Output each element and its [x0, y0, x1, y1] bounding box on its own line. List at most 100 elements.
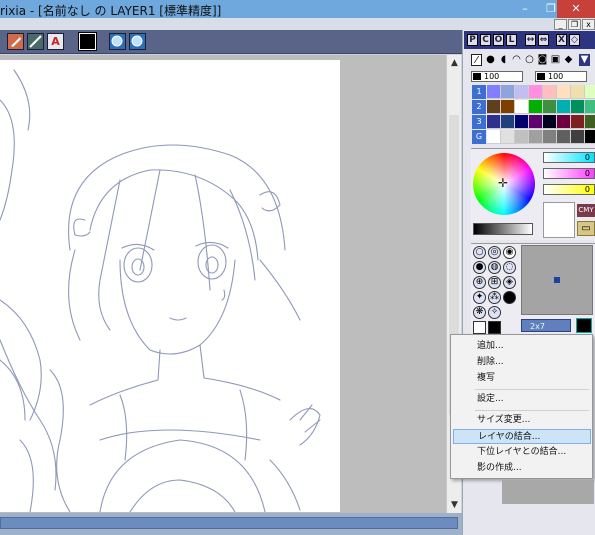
palette-swatch[interactable] [571, 100, 585, 114]
lasso-tool-icon[interactable]: ◠ [511, 54, 522, 66]
palette-swatch[interactable] [585, 115, 595, 129]
palette-swatch[interactable] [557, 130, 571, 144]
grayscale-bar[interactable] [473, 223, 533, 235]
text-a-icon[interactable]: A [47, 33, 64, 50]
brush-round-icon[interactable]: ○ [473, 246, 486, 259]
cyan-slider[interactable]: 0 [543, 152, 595, 163]
palette-swatch[interactable] [585, 100, 595, 114]
scroll-down-arrow[interactable]: ▼ [447, 500, 462, 510]
palette-swatch[interactable] [501, 130, 515, 144]
panel-menu-icon[interactable]: ◇ [569, 34, 580, 46]
palette-swatch[interactable] [487, 130, 501, 144]
palette-swatch[interactable] [529, 85, 543, 99]
palette-swatch[interactable] [557, 85, 571, 99]
panel-close-icon[interactable]: X [556, 34, 567, 46]
palette-swatch[interactable] [557, 100, 571, 114]
mdi-restore-button[interactable]: ❐ [568, 19, 581, 30]
palette-swatch[interactable] [571, 115, 585, 129]
brush-grid-icon[interactable]: ⊞ [488, 276, 501, 289]
palette-swatch[interactable] [515, 115, 529, 129]
pen-tool-icon[interactable]: ⁄ [471, 54, 482, 66]
palette-swatch[interactable] [529, 100, 543, 114]
zoom-out-icon[interactable] [129, 33, 146, 50]
palette-swatch[interactable] [487, 85, 501, 99]
brush-square-black-icon[interactable] [488, 321, 501, 334]
brush-blur-icon[interactable]: ❋ [473, 306, 486, 319]
diamond-tool-icon[interactable]: ◆ [563, 54, 574, 66]
palette-row-2-label[interactable]: 2 [472, 100, 486, 114]
brush-dot-icon[interactable]: ◍ [488, 261, 501, 274]
eraser-tool-icon[interactable]: ○ [524, 54, 535, 66]
palette-swatch[interactable] [543, 130, 557, 144]
palette-swatch[interactable] [501, 100, 515, 114]
mdi-minimize-button[interactable]: _ [554, 19, 567, 30]
palette-row-g-label[interactable]: G [472, 130, 486, 144]
menu-item-create-shadow[interactable]: 影の作成... [453, 461, 591, 476]
magenta-slider[interactable]: 0 [543, 168, 595, 179]
cmy-mode-button[interactable]: CMY [577, 204, 595, 217]
horizontal-scrollbar[interactable] [0, 513, 462, 535]
brush-flat-icon[interactable]: ● [473, 261, 486, 274]
menu-item-duplicate[interactable]: 複写 [453, 371, 591, 386]
palette-swatch[interactable] [543, 85, 557, 99]
panel-tab-c[interactable]: C [480, 34, 491, 46]
fill-tool-icon[interactable]: ◖ [498, 54, 509, 66]
brush-diamond-icon[interactable]: ◈ [503, 276, 516, 289]
current-color-swatch[interactable] [543, 202, 575, 238]
panel-tab-l[interactable]: L [506, 34, 517, 46]
dot-brush-icon[interactable]: ● [485, 54, 496, 66]
palette-swatch[interactable] [557, 115, 571, 129]
menu-item-merge-layers[interactable]: レイヤの結合... [453, 429, 591, 444]
brush-texture-icon[interactable]: ✧ [488, 306, 501, 319]
mdi-close-button[interactable]: x [582, 19, 595, 30]
palette-swatch[interactable] [529, 115, 543, 129]
brush-square-white-icon[interactable] [473, 321, 486, 334]
spray-tool-icon[interactable]: ▣ [550, 54, 561, 66]
pen-line-icon[interactable] [27, 33, 44, 50]
brush-scatter-icon[interactable]: ⁂ [488, 291, 501, 304]
palette-swatch[interactable] [515, 130, 529, 144]
color-wheel[interactable]: ✛ [473, 153, 535, 215]
panel-tab-p[interactable]: P [467, 34, 478, 46]
palette-swatch[interactable] [571, 130, 585, 144]
canvas-workspace[interactable] [0, 55, 446, 513]
drawing-canvas[interactable] [0, 60, 340, 512]
palette-swatch[interactable] [515, 85, 529, 99]
palette-swatch[interactable] [543, 100, 557, 114]
menu-item-delete[interactable]: 削除... [453, 355, 591, 370]
tool-dropdown-icon[interactable]: ▼ [579, 54, 590, 66]
folder-icon[interactable]: ▭ [577, 221, 595, 236]
palette-swatch[interactable] [529, 130, 543, 144]
scroll-up-arrow[interactable]: ▲ [447, 58, 462, 68]
zoom-in-icon[interactable] [109, 33, 126, 50]
palette-swatch[interactable] [571, 85, 585, 99]
palette-swatch[interactable] [501, 85, 515, 99]
panel-collapse-icon[interactable]: ⇔ [538, 34, 549, 46]
palette-swatch[interactable] [515, 100, 529, 114]
yellow-slider[interactable]: 0 [543, 184, 595, 195]
horizontal-scroll-thumb[interactable] [0, 517, 458, 529]
menu-item-settings[interactable]: 設定... [453, 392, 591, 407]
blur-tool-icon[interactable]: ◙ [537, 54, 548, 66]
menu-item-merge-down[interactable]: 下位レイヤとの結合... [453, 445, 591, 460]
palette-swatch[interactable] [487, 100, 501, 114]
palette-swatch[interactable] [585, 130, 595, 144]
brush-ring-icon[interactable]: ◌ [503, 261, 516, 274]
brush-grid-button[interactable] [576, 318, 592, 333]
palette-row-3-label[interactable]: 3 [472, 115, 486, 129]
active-color-swatch[interactable] [78, 32, 97, 51]
opacity-slider[interactable]: 100 [535, 71, 587, 82]
brush-stamp-icon[interactable] [7, 33, 24, 50]
palette-swatch[interactable] [501, 115, 515, 129]
brush-star-icon[interactable]: ✦ [473, 291, 486, 304]
brush-soft-icon[interactable]: ◎ [488, 246, 501, 259]
panel-expand-icon[interactable]: ↔ [525, 34, 536, 46]
brush-solid-icon[interactable] [503, 291, 516, 304]
panel-tab-o[interactable]: O [493, 34, 504, 46]
pen-size-slider[interactable]: 100 [471, 71, 523, 82]
palette-swatch[interactable] [487, 115, 501, 129]
brush-size-field[interactable]: 2x7 [521, 319, 571, 332]
palette-swatch[interactable] [543, 115, 557, 129]
menu-item-resize[interactable]: サイズ変更... [453, 413, 591, 428]
palette-row-1-label[interactable]: 1 [472, 85, 486, 99]
